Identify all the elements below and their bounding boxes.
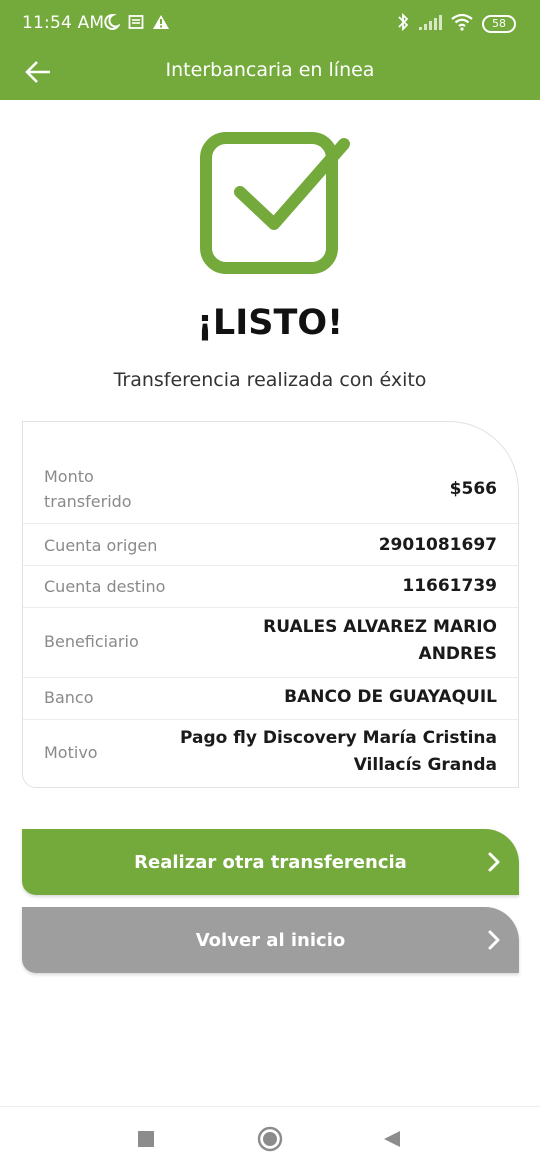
- page-title: Interbancaria en línea: [165, 59, 375, 81]
- detail-label: Cuenta origen: [44, 536, 158, 555]
- bluetooth-icon: [396, 12, 410, 36]
- app-header: 11:54 AM 58 Interbancaria en línea: [0, 0, 540, 100]
- back-home-label: Volver al inicio: [195, 929, 346, 951]
- status-bar: 11:54 AM 58: [0, 0, 540, 48]
- signal-icon: [418, 13, 442, 35]
- success-message: Transferencia realizada con éxito: [113, 369, 427, 391]
- detail-row-motivo: Motivo Pago fly Discovery María Cristina…: [23, 720, 518, 788]
- detail-value: 2901081697: [378, 535, 497, 555]
- notification-icon: [128, 14, 144, 34]
- status-time: 11:54 AM: [22, 13, 105, 33]
- detail-value: BANCO DE GUAYAQUIL: [284, 687, 497, 707]
- battery-indicator: 58: [482, 15, 516, 33]
- status-left-icons: [102, 13, 170, 35]
- detail-value: RUALES ALVAREZ MARIO ANDRES: [263, 617, 497, 664]
- recents-square-icon[interactable]: [137, 1130, 155, 1152]
- chevron-right-icon: [483, 929, 505, 951]
- back-home-button[interactable]: Volver al inicio: [22, 907, 519, 973]
- detail-value: Pago fly Discovery María Cristina Villac…: [180, 728, 497, 775]
- chevron-right-icon: [483, 851, 505, 873]
- system-nav-bar: [0, 1106, 540, 1170]
- detail-value: $566: [449, 479, 497, 499]
- detail-row-beneficiario: Beneficiario RUALES ALVAREZ MARIO ANDRES: [23, 608, 518, 678]
- check-square-icon: [198, 130, 354, 276]
- detail-row-cuenta-destino: Cuenta destino 11661739: [23, 566, 518, 608]
- detail-row-monto: Monto transferido $566: [23, 456, 518, 524]
- wifi-icon: [450, 13, 474, 35]
- detail-label: Banco: [44, 688, 94, 707]
- transfer-details-card: Monto transferido $566 Cuenta origen 290…: [22, 421, 519, 788]
- detail-row-cuenta-origen: Cuenta origen 2901081697: [23, 524, 518, 566]
- detail-value: 11661739: [402, 576, 497, 596]
- detail-row-banco: Banco BANCO DE GUAYAQUIL: [23, 678, 518, 720]
- new-transfer-label: Realizar otra transferencia: [134, 851, 407, 873]
- back-triangle-icon[interactable]: [382, 1129, 402, 1153]
- warning-icon: [152, 14, 170, 34]
- new-transfer-button[interactable]: Realizar otra transferencia: [22, 829, 519, 895]
- moon-icon: [102, 13, 121, 35]
- detail-label: Beneficiario: [44, 632, 139, 651]
- status-right-icons: 58: [396, 12, 516, 36]
- success-heading: ¡LISTO!: [196, 303, 344, 343]
- home-circle-icon[interactable]: [257, 1126, 283, 1156]
- detail-label: Cuenta destino: [44, 577, 166, 596]
- nav-bar: Interbancaria en línea: [0, 48, 540, 100]
- detail-label: Motivo: [44, 743, 98, 762]
- detail-label: Monto transferido: [44, 467, 132, 511]
